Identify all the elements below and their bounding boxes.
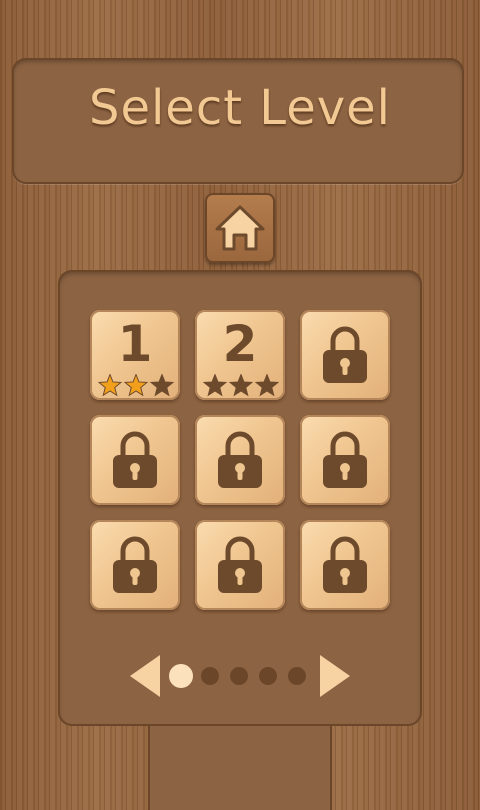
star-earned-icon	[98, 374, 123, 397]
lock-icon	[113, 536, 157, 593]
lock-icon	[323, 326, 367, 383]
lock-icon	[323, 431, 367, 488]
level-tile[interactable]: 2	[195, 310, 285, 400]
home-button[interactable]	[205, 193, 275, 263]
star-empty-icon	[203, 374, 228, 397]
page-dot[interactable]	[230, 667, 248, 685]
home-icon	[215, 205, 265, 251]
star-empty-icon	[254, 374, 279, 397]
lock-icon	[323, 536, 367, 593]
level-tile-locked[interactable]	[300, 415, 390, 505]
page-title: Select Level	[88, 80, 392, 136]
level-number: 2	[222, 315, 258, 373]
level-tile-locked[interactable]	[90, 415, 180, 505]
page-dot-active[interactable]	[169, 664, 193, 688]
lock-icon	[113, 431, 157, 488]
level-tile-locked[interactable]	[90, 520, 180, 610]
next-page-arrow-icon[interactable]	[320, 655, 350, 697]
lock-icon	[218, 536, 262, 593]
star-empty-icon	[228, 374, 254, 397]
page-dot[interactable]	[259, 667, 277, 685]
prev-page-arrow-icon[interactable]	[130, 655, 160, 697]
level-tile-locked[interactable]	[195, 520, 285, 610]
level-tile[interactable]: 1	[90, 310, 180, 400]
star-empty-icon	[149, 374, 174, 397]
level-tile-locked[interactable]	[300, 310, 390, 400]
level-tile-locked[interactable]	[195, 415, 285, 505]
page-dot[interactable]	[288, 667, 306, 685]
level-stars	[98, 374, 174, 397]
lock-icon	[218, 431, 262, 488]
page-dot[interactable]	[201, 667, 219, 685]
star-earned-icon	[123, 374, 149, 397]
level-number: 1	[117, 315, 153, 373]
level-tile-locked[interactable]	[300, 520, 390, 610]
level-stars	[203, 374, 279, 397]
level-pager	[128, 652, 352, 700]
